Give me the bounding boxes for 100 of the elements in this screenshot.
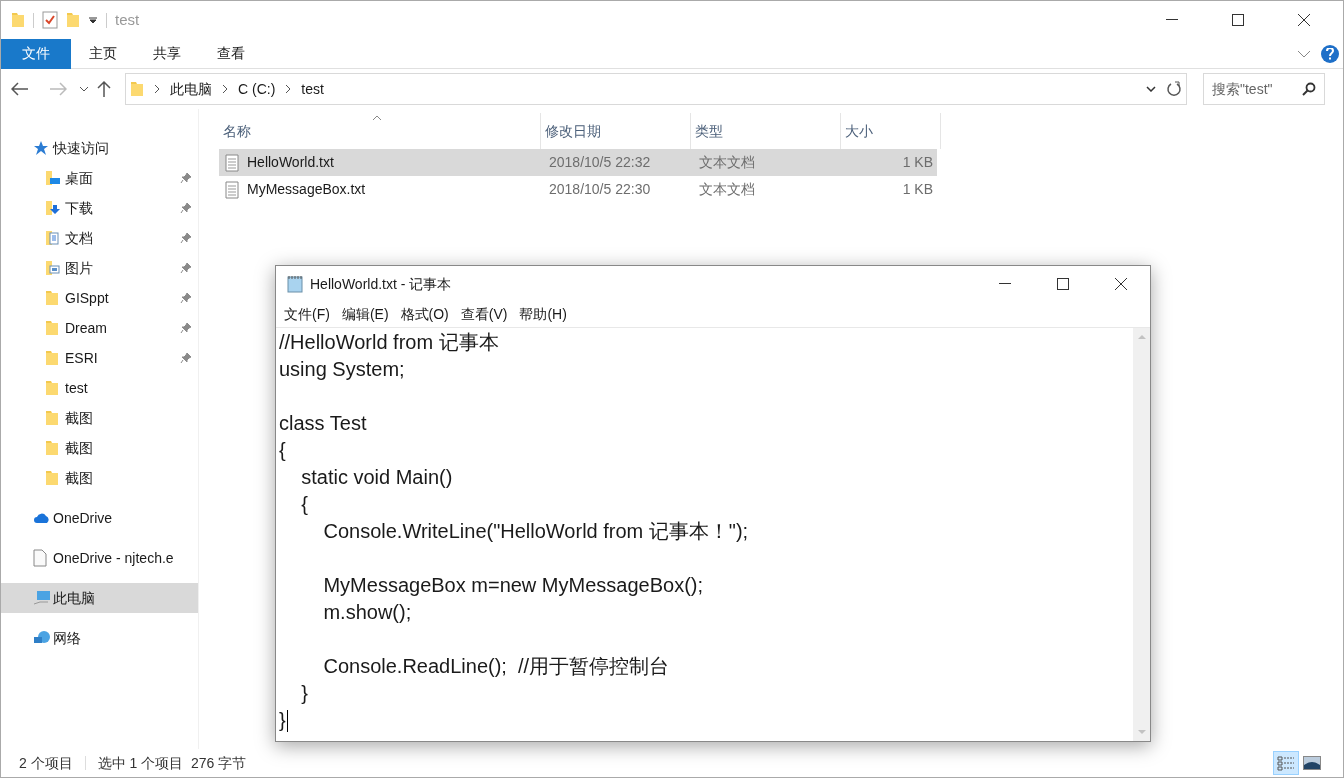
sidebar-label: 桌面 bbox=[65, 168, 94, 188]
sidebar-label: OneDrive - njtech.e bbox=[53, 548, 175, 568]
sidebar-label: ESRI bbox=[65, 348, 99, 368]
menu-item[interactable]: 格式(O) bbox=[394, 304, 455, 325]
folder-icon bbox=[45, 290, 59, 306]
sidebar-label: 下载 bbox=[65, 198, 94, 218]
cloud-icon bbox=[33, 512, 51, 524]
notepad-icon bbox=[286, 275, 304, 293]
search-field[interactable]: 搜索"test" bbox=[1203, 73, 1325, 105]
window-title: test bbox=[115, 9, 140, 30]
sidebar-item[interactable]: 截图 bbox=[1, 433, 198, 463]
file-name: MyMessageBox.txt bbox=[247, 180, 366, 199]
sidebar-item[interactable]: 图片 bbox=[1, 253, 198, 283]
ribbon-tab[interactable]: 主页 bbox=[71, 38, 135, 69]
search-icon bbox=[1302, 82, 1316, 96]
menu-item[interactable]: 文件(F) bbox=[278, 304, 336, 325]
minimize-icon bbox=[1166, 19, 1178, 21]
sidebar-item[interactable]: 此电脑 bbox=[1, 583, 198, 613]
folder-icon bbox=[45, 320, 59, 336]
sidebar-label: Dream bbox=[65, 318, 108, 338]
sidebar-item[interactable]: 桌面 bbox=[1, 163, 198, 193]
ribbon-tab[interactable]: 共享 bbox=[135, 38, 199, 69]
up-arrow-icon[interactable] bbox=[97, 80, 111, 98]
folder-icon bbox=[45, 410, 59, 426]
documents-folder-icon bbox=[45, 230, 61, 246]
new-folder-icon bbox=[66, 12, 80, 28]
chevron-right-icon bbox=[285, 84, 292, 94]
file-size: 1 KB bbox=[901, 180, 933, 199]
checklist-icon[interactable] bbox=[42, 11, 58, 29]
breadcrumb-item[interactable]: C (C:) bbox=[238, 78, 276, 100]
sidebar-label: 文档 bbox=[65, 228, 94, 248]
sidebar-item[interactable]: test bbox=[1, 373, 198, 403]
sidebar-label: test bbox=[65, 378, 89, 398]
sidebar-item[interactable]: GISppt bbox=[1, 283, 198, 313]
sidebar-label: 快速访问 bbox=[53, 138, 110, 158]
help-icon[interactable] bbox=[1321, 44, 1339, 63]
sidebar-label: 截图 bbox=[65, 408, 94, 428]
folder-icon bbox=[130, 81, 144, 97]
network-icon bbox=[33, 630, 51, 646]
menu-item[interactable]: 帮助(H) bbox=[513, 304, 573, 325]
computer-icon bbox=[33, 590, 51, 606]
back-arrow-icon[interactable] bbox=[11, 82, 29, 96]
menu-item[interactable]: 查看(V) bbox=[454, 304, 514, 325]
search-placeholder: 搜索"test" bbox=[1212, 79, 1274, 99]
sidebar-item[interactable]: Dream bbox=[1, 313, 198, 343]
chevron-right-icon bbox=[154, 84, 160, 94]
document-text[interactable]: //HelloWorld from 记事本 using System; class Test { static void Main() { Console.WriteLine("HelloWorld from 记事本！"); MyMessageBox m=new MyMessageBox(); m.show(); Console.ReadLine(); //用于暂停控制台 } } bbox=[279, 329, 749, 734]
sidebar-item[interactable]: 快速访问 bbox=[1, 133, 198, 163]
ribbon-tab[interactable]: 文件 bbox=[1, 38, 71, 69]
sidebar-item[interactable]: 网络 bbox=[1, 623, 198, 653]
folder-icon bbox=[11, 12, 25, 28]
sidebar-item[interactable]: 截图 bbox=[1, 403, 198, 433]
chevron-down-icon[interactable] bbox=[1146, 86, 1156, 92]
folder-icon bbox=[45, 350, 59, 366]
ribbon-tab[interactable]: 查看 bbox=[199, 38, 263, 69]
item-count: 2 个项目 bbox=[19, 753, 73, 773]
file-type: 文本文档 bbox=[698, 153, 756, 172]
sidebar-label: 此电脑 bbox=[53, 588, 96, 608]
sidebar-item[interactable]: 文档 bbox=[1, 223, 198, 253]
sidebar-label: 网络 bbox=[53, 628, 82, 648]
refresh-icon[interactable] bbox=[1166, 81, 1182, 97]
folder-icon bbox=[45, 380, 59, 396]
sidebar-item[interactable]: OneDrive - njtech.e bbox=[1, 543, 198, 573]
forward-arrow-icon[interactable] bbox=[49, 82, 67, 96]
maximize-icon bbox=[1057, 278, 1069, 290]
selection-info: 选中 1 个项目 276 字节 bbox=[97, 753, 247, 773]
close-icon bbox=[1115, 278, 1127, 290]
file-icon bbox=[33, 549, 47, 567]
sidebar-label: 截图 bbox=[65, 468, 94, 488]
file-row[interactable]: HelloWorld.txt 2018/10/5 22:32 文本文档 1 KB bbox=[219, 149, 937, 176]
sidebar-label: 图片 bbox=[65, 258, 94, 278]
window-title: HelloWorld.txt - 记事本 bbox=[310, 274, 452, 294]
sidebar-label: OneDrive bbox=[53, 508, 114, 528]
text-file-icon bbox=[225, 153, 239, 172]
minimize-icon bbox=[999, 283, 1011, 285]
file-type: 文本文档 bbox=[698, 180, 756, 199]
address-field[interactable]: 此电脑 C (C:) test bbox=[125, 73, 1187, 105]
maximize-icon bbox=[1232, 14, 1244, 26]
file-date: 2018/10/5 22:32 bbox=[548, 153, 652, 172]
folder-icon bbox=[45, 440, 59, 456]
sidebar-item[interactable]: 下载 bbox=[1, 193, 198, 223]
star-icon bbox=[33, 140, 49, 156]
sidebar-item[interactable]: OneDrive bbox=[1, 503, 198, 533]
download-folder-icon bbox=[45, 200, 61, 216]
file-name: HelloWorld.txt bbox=[247, 153, 334, 172]
sidebar-label: 截图 bbox=[65, 438, 94, 458]
text-caret bbox=[287, 710, 288, 732]
file-size: 1 KB bbox=[901, 153, 933, 172]
file-row[interactable]: MyMessageBox.txt 2018/10/5 22:30 文本文档 1 KB bbox=[219, 176, 937, 203]
desktop-folder-icon bbox=[45, 170, 61, 186]
folder-icon bbox=[45, 470, 59, 486]
breadcrumb-item[interactable]: test bbox=[301, 78, 324, 100]
caret-icon[interactable] bbox=[88, 15, 98, 25]
menu-item[interactable]: 编辑(E) bbox=[335, 304, 395, 325]
breadcrumb-item[interactable]: 此电脑 bbox=[170, 78, 212, 100]
chevron-right-icon bbox=[222, 84, 228, 94]
chevron-down-icon[interactable] bbox=[79, 86, 89, 92]
sidebar-item[interactable]: 截图 bbox=[1, 463, 198, 493]
file-date: 2018/10/5 22:30 bbox=[548, 180, 652, 199]
sidebar-item[interactable]: ESRI bbox=[1, 343, 198, 373]
